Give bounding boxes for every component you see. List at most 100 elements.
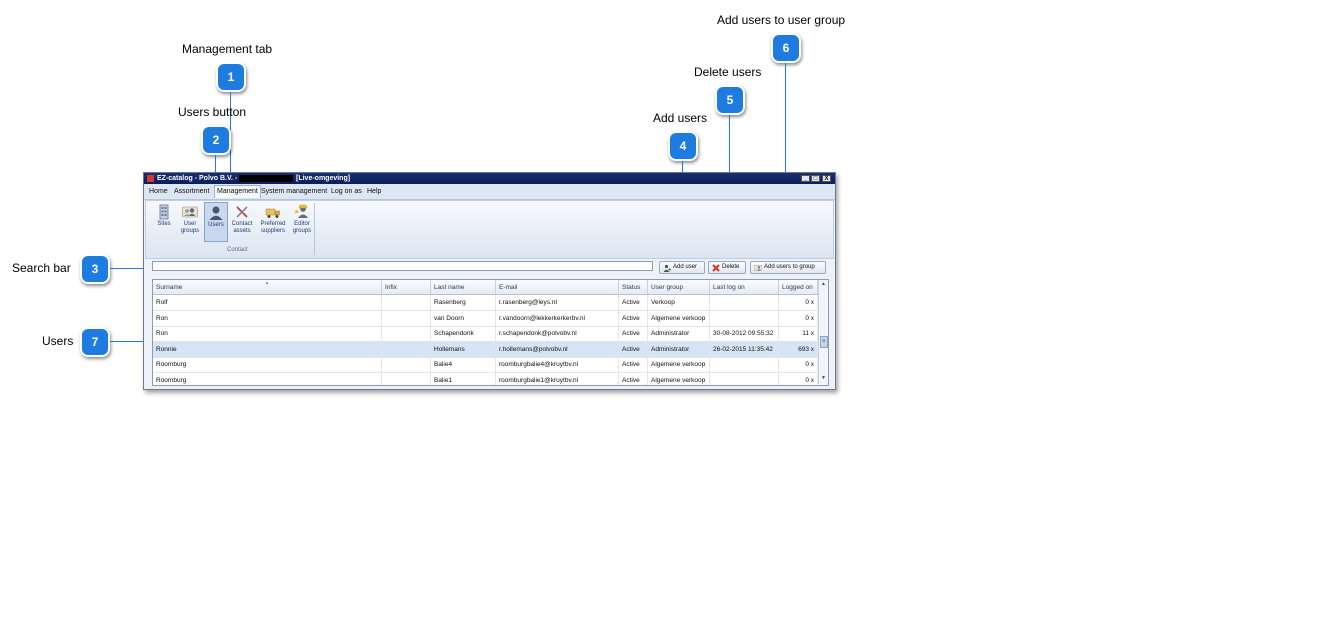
table-row[interactable]: Ron van Doorn r.vandoorn@lekkerkerkerbv.nl… xyxy=(153,310,818,327)
ribbon-editor-groups-label-2: groups xyxy=(292,228,312,234)
menu-home[interactable]: Home xyxy=(149,187,168,196)
maximize-button[interactable]: □ xyxy=(811,175,820,182)
table-row[interactable]: Rolf Rasenberg r.rasenberg@leys.nl Active Ve… xyxy=(153,295,818,311)
menu-management-tab[interactable]: Management xyxy=(214,185,261,198)
ribbon-sites-label: Sites xyxy=(157,221,171,227)
delete-button[interactable]: Delete xyxy=(708,261,746,274)
cell-surname: Roomburg xyxy=(153,357,382,372)
users-grid: Surname ▲ Infix Last name E-mail Status … xyxy=(152,279,829,386)
callout-label-management-tab: Management tab xyxy=(182,42,273,56)
ribbon-contact-assets-label-2: assets xyxy=(233,228,251,234)
building-icon xyxy=(159,204,169,220)
cell-infix xyxy=(382,295,431,310)
cell-last-name: van Doorn xyxy=(431,310,496,326)
cell-last-log-on: 30-08-2012 09:55:32 xyxy=(710,326,779,341)
column-header-logged-on[interactable]: Logged on xyxy=(779,280,818,295)
cell-email: r.hollemans@polvobv.nl xyxy=(496,341,619,357)
callout-label-search-bar: Search bar xyxy=(12,261,71,275)
cell-last-name: Balie1 xyxy=(431,372,496,385)
callout-badge-1: 1 xyxy=(216,62,246,92)
cell-last-log-on xyxy=(710,372,779,385)
truck-icon xyxy=(265,208,280,218)
cell-email: roomburgbalie1@kruytbv.nl xyxy=(496,372,619,385)
scroll-up-icon[interactable]: ▲ xyxy=(819,280,828,288)
ribbon-editor-groups-button[interactable]: Editor groups xyxy=(289,204,315,235)
callout-badge-6: 6 xyxy=(771,33,801,63)
cell-infix xyxy=(382,372,431,385)
table-row[interactable]: Roomburg Balie1 roomburgbalie1@kruytbv.nl A… xyxy=(153,372,818,385)
cell-last-name: Rasenberg xyxy=(431,295,496,310)
add-user-icon xyxy=(663,264,671,272)
close-button[interactable]: X xyxy=(822,175,831,182)
cell-user-group: Administrator xyxy=(648,341,710,357)
cell-surname: Ron xyxy=(153,310,382,326)
ribbon-user-groups-label-2: groups xyxy=(180,228,200,234)
cell-last-log-on xyxy=(710,310,779,326)
cell-status: Active xyxy=(619,326,648,341)
cell-surname: Roomburg xyxy=(153,372,382,385)
menu-assortment[interactable]: Assortment xyxy=(174,187,209,196)
scroll-down-icon[interactable]: ▼ xyxy=(819,374,828,382)
column-header-surname[interactable]: Surname ▲ xyxy=(153,280,382,295)
cell-surname: Ronnie xyxy=(153,341,382,357)
column-header-last-log-on[interactable]: Last log on xyxy=(710,280,779,295)
search-input[interactable] xyxy=(152,261,653,271)
ribbon: Sites User groups Users Contact assets P… xyxy=(145,200,834,259)
cell-surname: Rolf xyxy=(153,295,382,310)
title-bar[interactable]: EZ-catalog - Polvo B.V. - [Live-omgeving… xyxy=(144,173,835,184)
column-label-surname: Surname xyxy=(156,284,183,291)
ribbon-contact-assets-button[interactable]: Contact assets xyxy=(229,204,255,235)
scroll-thumb[interactable]: ≡ xyxy=(820,336,828,348)
callout-badge-4: 4 xyxy=(668,131,698,161)
cell-user-group: Algemene verkoop xyxy=(648,357,710,372)
column-header-status[interactable]: Status xyxy=(619,280,648,295)
add-to-group-icon xyxy=(754,265,762,271)
column-header-user-group[interactable]: User group xyxy=(648,280,710,295)
cell-last-name: Balie4 xyxy=(431,357,496,372)
ribbon-preferred-suppliers-label-1: Preferred xyxy=(260,221,286,227)
table-row[interactable]: Ron Schapendonk r.schapendonk@polvobv.nl Ac… xyxy=(153,326,818,342)
ribbon-user-groups-label-1: User xyxy=(183,221,197,227)
redacted-block xyxy=(239,175,293,182)
delete-label: Delete xyxy=(722,264,740,270)
callout-label-delete-users: Delete users xyxy=(694,65,762,79)
table-row[interactable]: Roomburg Balie4 roomburgbalie4@kruytbv.nl A… xyxy=(153,357,818,373)
cell-logged-on: 0 x xyxy=(779,357,818,372)
add-users-to-group-label: Add users to group xyxy=(764,264,815,270)
ribbon-preferred-suppliers-button[interactable]: Preferred suppliers xyxy=(257,204,289,235)
window-title: EZ-catalog - Polvo B.V. - xyxy=(157,175,238,182)
minimize-button[interactable]: _ xyxy=(801,175,810,182)
ribbon-group-label: Contact xyxy=(227,247,248,253)
cell-user-group: Verkoop xyxy=(648,295,710,310)
add-user-button[interactable]: Add user xyxy=(659,261,705,274)
cell-user-group: Administrator xyxy=(648,326,710,341)
user-icon xyxy=(209,206,223,220)
cell-status: Active xyxy=(619,357,648,372)
ribbon-users-button[interactable]: Users xyxy=(204,202,228,242)
app-icon xyxy=(147,175,154,182)
ribbon-sites-button[interactable]: Sites xyxy=(152,204,176,228)
cell-status: Active xyxy=(619,341,648,357)
table-row[interactable]: Ronnie Hollemans r.hollemans@polvobv.nl Act… xyxy=(153,341,818,358)
ribbon-contact-assets-label-1: Contact xyxy=(231,221,253,227)
callout-badge-5: 5 xyxy=(715,85,745,115)
cell-last-log-on xyxy=(710,357,779,372)
menu-help[interactable]: Help xyxy=(367,187,381,196)
menu-system-management[interactable]: System management xyxy=(261,187,327,196)
cell-status: Active xyxy=(619,310,648,326)
cell-last-log-on: 26-02-2015 11:35:42 xyxy=(710,341,779,357)
cell-logged-on: 0 x xyxy=(779,295,818,310)
menu-log-on-as[interactable]: Log on as xyxy=(331,187,362,196)
add-users-to-group-button[interactable]: Add users to group xyxy=(750,261,826,274)
callout-badge-2: 2 xyxy=(201,125,231,155)
cell-status: Active xyxy=(619,295,648,310)
column-header-email[interactable]: E-mail xyxy=(496,280,619,295)
ribbon-preferred-suppliers-label-2: suppliers xyxy=(260,228,285,234)
cell-infix xyxy=(382,357,431,372)
column-header-last-name[interactable]: Last name xyxy=(431,280,496,295)
cell-user-group: Algemene verkoop xyxy=(648,372,710,385)
vertical-scrollbar[interactable]: ▲ ≡ ▼ xyxy=(818,280,828,384)
column-header-infix[interactable]: Infix xyxy=(382,280,431,295)
cell-user-group: Algemene verkoop xyxy=(648,310,710,326)
ribbon-user-groups-button[interactable]: User groups xyxy=(177,204,203,235)
